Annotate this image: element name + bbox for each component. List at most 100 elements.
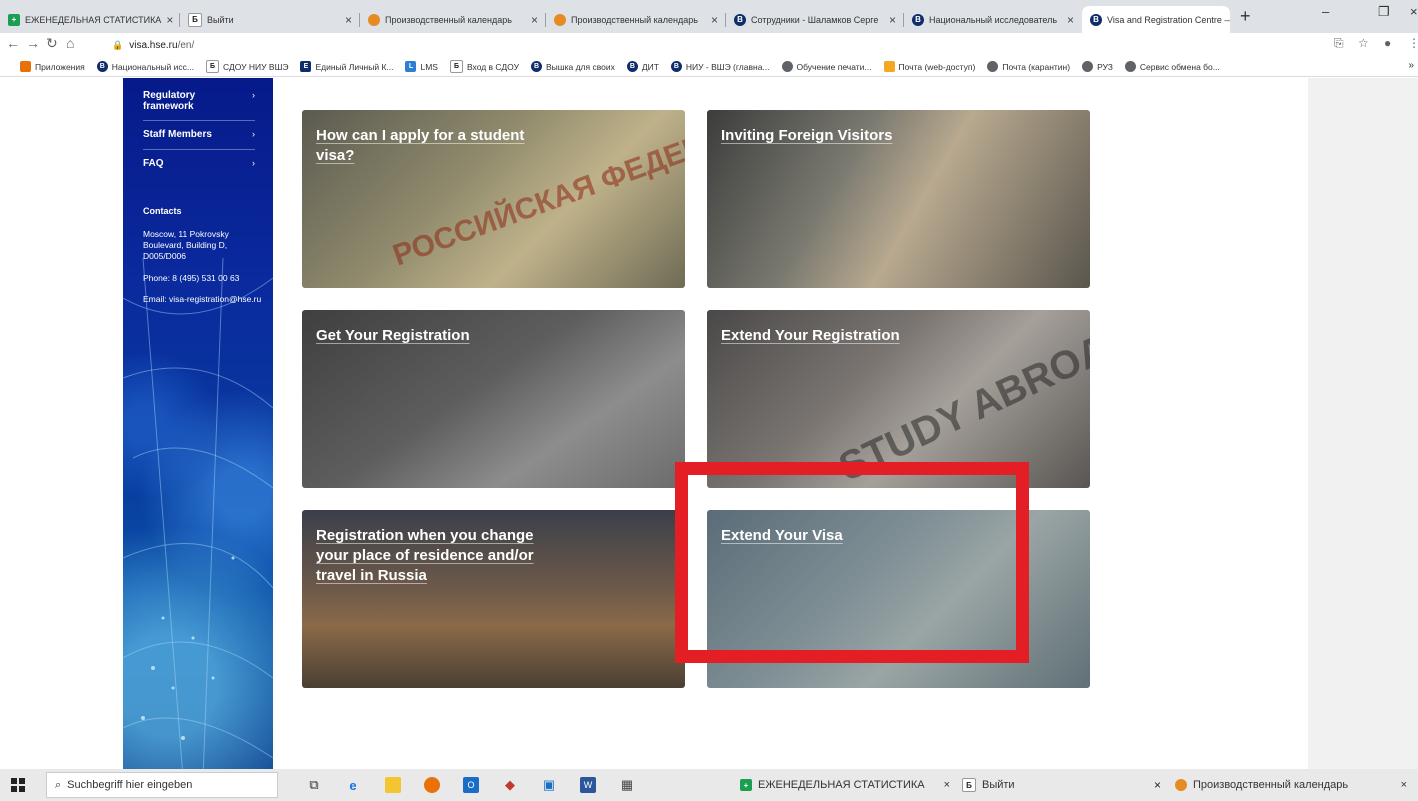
translate-icon[interactable]: ⎘ [1334, 36, 1344, 51]
restore-button[interactable]: ❐ [1378, 4, 1390, 20]
tab-label: Visa and Registration Centre — I [1107, 14, 1230, 25]
bookmark-item[interactable]: В Вышка для своих [530, 61, 615, 72]
windows-start-icon[interactable] [11, 778, 25, 792]
close-icon[interactable]: × [889, 13, 896, 27]
card-registration-travel[interactable]: Registration when you change your place … [302, 510, 685, 688]
task-view-icon[interactable]: ⧉ [306, 777, 322, 793]
card-title: Inviting Foreign Visitors [721, 127, 893, 144]
tab-visa-centre[interactable]: В Visa and Registration Centre — I × [1082, 6, 1230, 33]
chrome-icon[interactable] [424, 777, 440, 793]
tab-label: Выйти [207, 14, 234, 25]
card-inviting-visitors[interactable]: Inviting Foreign Visitors [707, 110, 1090, 288]
forward-icon[interactable]: → [26, 35, 40, 51]
tab-calendar-1[interactable]: Производственный календарь × [360, 6, 546, 33]
bookmark-item[interactable]: В Национальный исс... [96, 61, 194, 72]
bookmark-item[interactable]: Сервис обмена бо... [1124, 61, 1220, 72]
bookmark-item[interactable]: L LMS [405, 61, 438, 72]
new-tab-button[interactable]: + [1240, 6, 1251, 27]
globe-icon [1124, 61, 1136, 72]
maps-icon[interactable]: ◆ [502, 777, 518, 793]
address-bar[interactable]: 🔒 visa.hse.ru/en/ [112, 36, 1392, 54]
file-explorer-icon[interactable] [385, 777, 401, 793]
bookmark-item[interactable]: Почта (карантин) [987, 61, 1070, 72]
taskbar-window-calendar[interactable]: Производственный календарь × [1175, 769, 1407, 801]
bookmark-label: LMS [420, 61, 438, 72]
close-icon[interactable]: × [166, 13, 173, 27]
card-title: Get Your Registration [316, 327, 470, 344]
profile-icon[interactable]: ● [1384, 36, 1391, 50]
close-icon[interactable]: × [1154, 778, 1161, 792]
contacts-phone: Phone: 8 (495) 531 00 63 [143, 273, 240, 283]
close-icon[interactable]: × [711, 13, 718, 27]
bookmark-label: Почта (web-доступ) [898, 61, 976, 72]
close-icon[interactable]: × [944, 779, 950, 791]
sidebar-item-faq[interactable]: FAQ › [143, 158, 255, 169]
orange-avatar-icon [1175, 779, 1187, 791]
bookmark-label: СДОУ НИУ ВШЭ [223, 61, 289, 72]
home-icon[interactable]: ⌂ [66, 35, 74, 51]
bookmark-item[interactable]: РУЗ [1082, 61, 1113, 72]
app-icon[interactable]: ▣ [541, 777, 557, 793]
bookmark-label: Сервис обмена бо... [1139, 61, 1220, 72]
calculator-icon[interactable]: ▦ [619, 777, 635, 793]
sidebar-item-staff[interactable]: Staff Members › [143, 129, 255, 140]
close-icon[interactable]: × [531, 13, 538, 27]
sidebar-item-label: FAQ [143, 158, 164, 169]
edge-icon[interactable]: e [345, 777, 361, 793]
tab-label: Сотрудники - Шаламков Серге [751, 14, 879, 25]
card-title: How can I apply for a student visa? [316, 127, 525, 164]
globe-icon [781, 61, 793, 72]
minimize-button[interactable]: – [1322, 4, 1329, 19]
taskbar-window-label: ЕЖЕНЕДЕЛЬНАЯ СТАТИСТИКА [758, 779, 925, 791]
bookmark-label: Вышка для своих [545, 61, 615, 72]
tab-label: Национальный исследователь [929, 14, 1058, 25]
url-path: /en/ [177, 39, 195, 51]
close-icon[interactable]: × [1401, 779, 1407, 791]
bookmarks-bar: Приложения В Национальный исс... Б СДОУ НИ… [0, 57, 1418, 77]
tab-label: Производственный календарь [571, 14, 698, 25]
bookmark-apps[interactable]: Приложения [20, 61, 85, 72]
outlook-icon[interactable]: O [463, 777, 479, 793]
bookmark-item[interactable]: В ДИТ [626, 61, 659, 72]
hse-icon: В [734, 13, 746, 26]
hse-icon: В [670, 61, 682, 72]
page-content: Regulatory framework › Staff Members › F… [0, 78, 1418, 769]
reload-icon[interactable]: ↻ [46, 35, 58, 52]
menu-kebab-icon[interactable]: ⋮ [1408, 36, 1418, 50]
sidebar-item-regulatory[interactable]: Regulatory framework › [143, 90, 255, 112]
tab-logout[interactable]: Б Выйти × [180, 6, 360, 33]
bookmark-label: РУЗ [1097, 61, 1113, 72]
globe-icon [1082, 61, 1094, 72]
close-icon[interactable]: × [1067, 13, 1074, 27]
contacts-email[interactable]: Email: visa-registration@hse.ru [143, 294, 263, 305]
tab-calendar-2[interactable]: Производственный календарь × [546, 6, 726, 33]
close-icon[interactable]: × [345, 13, 352, 27]
hse-icon: В [96, 61, 108, 72]
apps-grid-icon [20, 61, 31, 72]
tab-weekly-stats[interactable]: + ЕЖЕНЕДЕЛЬНАЯ СТАТИСТИКА × [0, 6, 180, 33]
taskbar-window-logout[interactable]: Б Выйти [962, 769, 1152, 801]
taskbar-window-stats[interactable]: + ЕЖЕНЕДЕЛЬНАЯ СТАТИСТИКА × [740, 769, 950, 801]
more-bookmarks-icon[interactable]: » [1408, 60, 1414, 71]
orange-avatar-icon [368, 13, 380, 26]
tab-staff[interactable]: В Сотрудники - Шаламков Серге × [726, 6, 904, 33]
word-icon[interactable]: W [580, 777, 596, 793]
bookmark-item[interactable]: Б Вход в СДОУ [449, 60, 519, 73]
bookmark-item[interactable]: Почта (web-доступ) [883, 61, 976, 72]
bookmark-star-icon[interactable]: ☆ [1358, 36, 1369, 50]
bookmark-label: Почта (карантин) [1002, 61, 1071, 72]
card-student-visa[interactable]: РОССИЙСКАЯ ФЕДЕРАЦИЯ How can I apply for… [302, 110, 685, 288]
mail-icon [883, 61, 895, 72]
bookmark-label: Обучение печати... [796, 61, 872, 72]
tab-hse-main[interactable]: В Национальный исследователь × [904, 6, 1082, 33]
close-window-button[interactable]: × [1410, 4, 1418, 19]
card-get-registration[interactable]: Get Your Registration [302, 310, 685, 488]
taskbar-search[interactable]: ⌕ Suchbegriff hier eingeben [46, 772, 278, 798]
bookmark-item[interactable]: Е Единый Личный К... [300, 61, 393, 72]
bookmark-item[interactable]: Обучение печати... [781, 61, 872, 72]
bookmark-item[interactable]: Б СДОУ НИУ ВШЭ [206, 60, 288, 73]
back-icon[interactable]: ← [6, 35, 20, 51]
bookmark-item[interactable]: В НИУ - ВШЭ (главна... [670, 61, 770, 72]
bookmark-label: ДИТ [641, 61, 659, 72]
contacts-address: Moscow, 11 Pokrovsky Boulevard, Building… [143, 229, 229, 261]
